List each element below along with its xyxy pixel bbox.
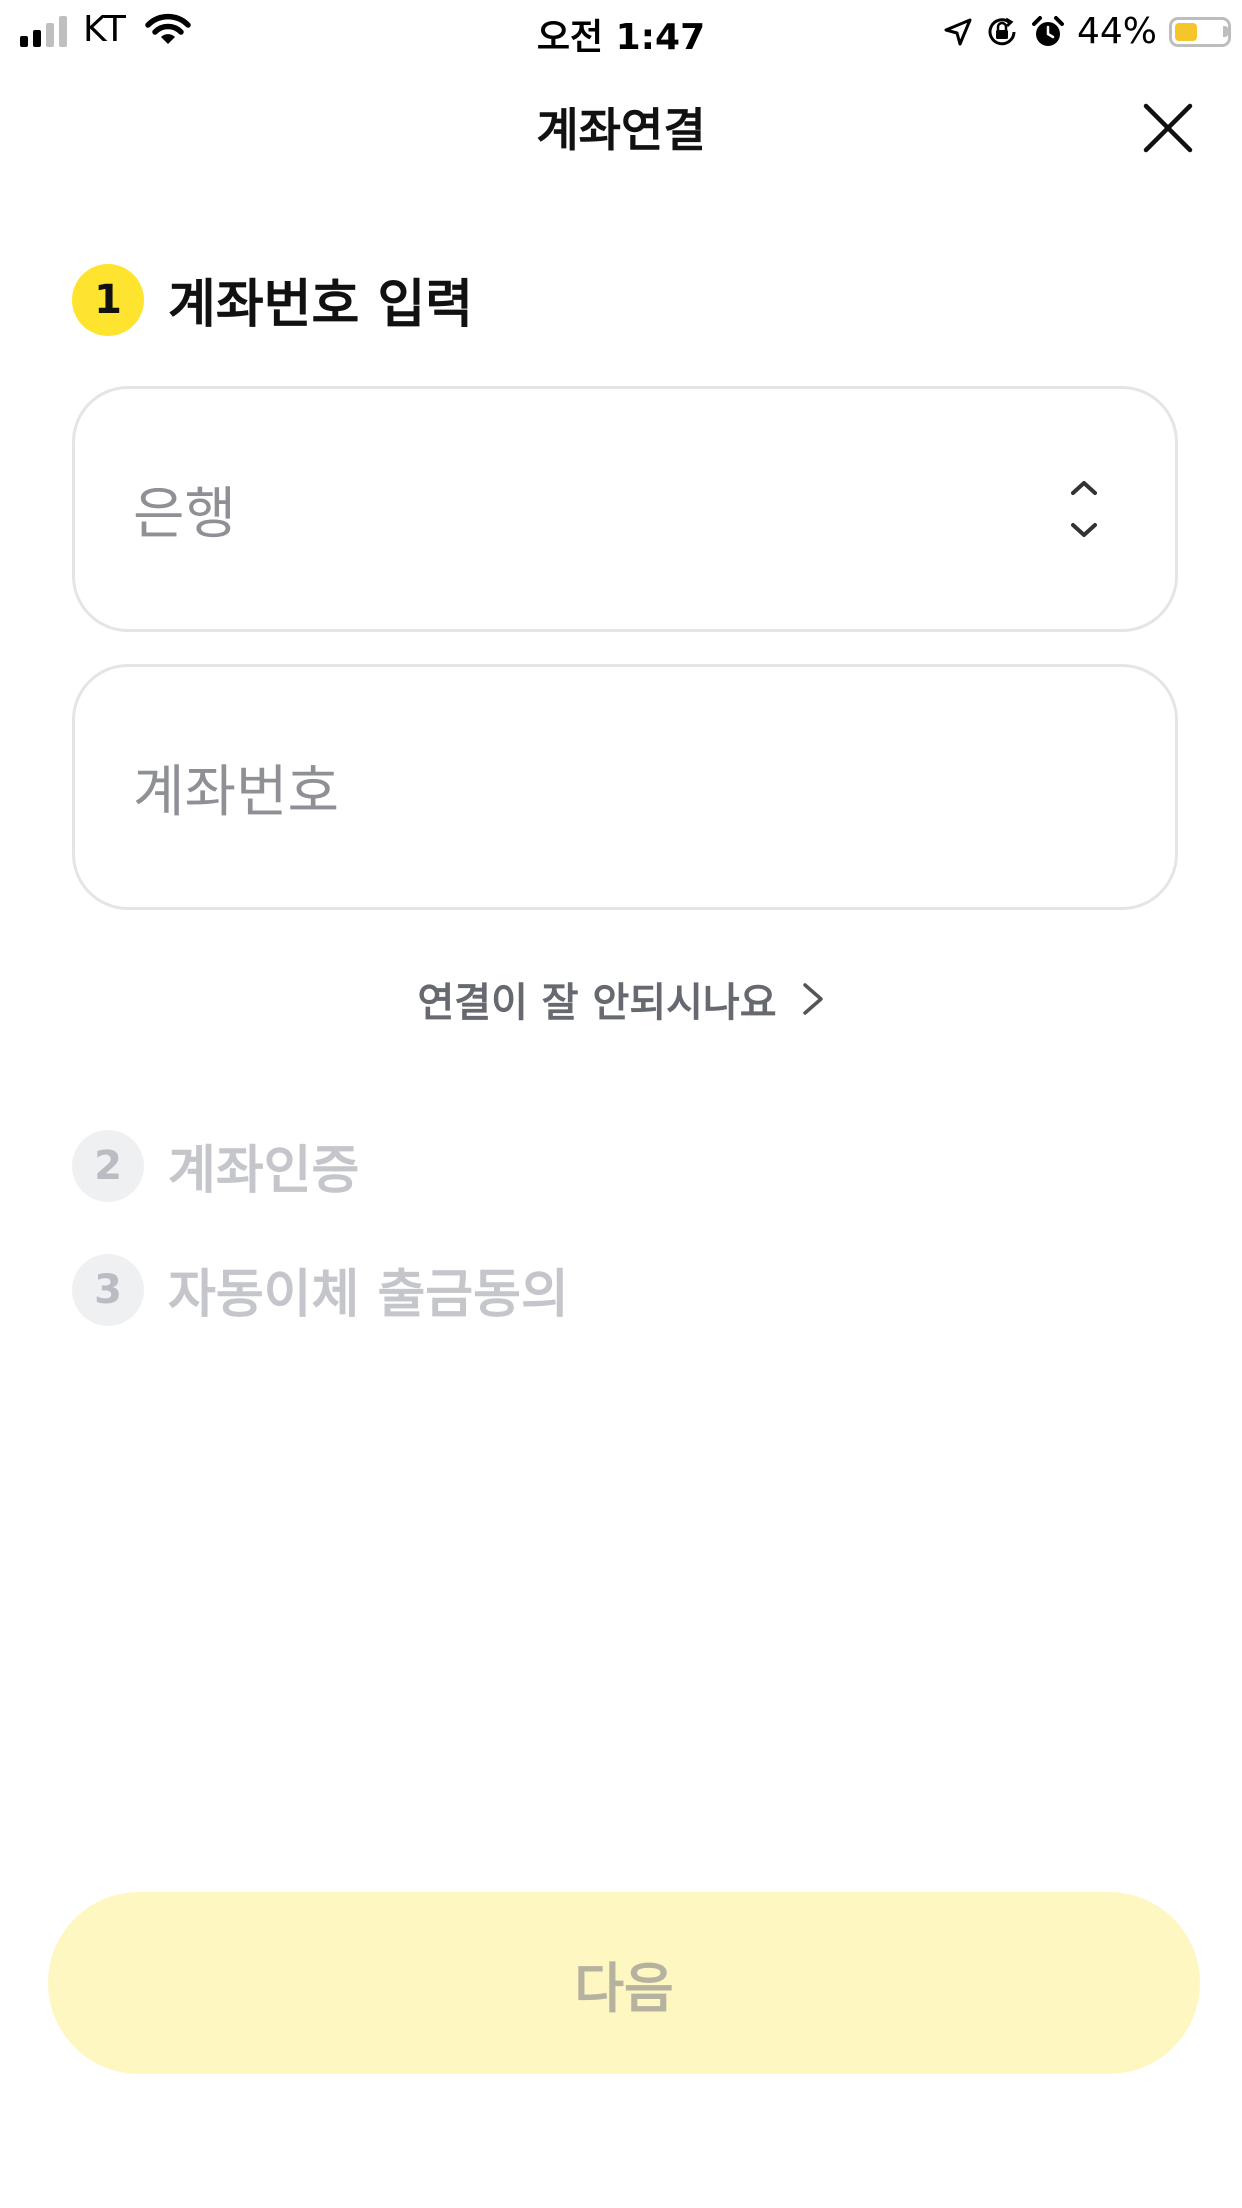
close-icon <box>1143 103 1193 153</box>
status-bar: KT 오전 1:47 44% <box>0 0 1242 62</box>
next-button-label: 다음 <box>574 1956 674 2020</box>
account-number-input[interactable]: 계좌번호 <box>72 664 1178 910</box>
step-number-badge: 3 <box>72 1253 144 1326</box>
connection-help-link[interactable]: 연결이 잘 안되시나요 <box>0 970 1242 1028</box>
close-button[interactable] <box>1140 100 1196 156</box>
page-title: 계좌연결 <box>536 103 706 157</box>
step-1-account-number: 1 계좌번호 입력 <box>72 262 473 337</box>
battery-percent: 44% <box>1076 11 1157 52</box>
alarm-icon <box>1031 15 1064 46</box>
chevron-right-icon <box>802 983 823 1015</box>
next-button[interactable]: 다음 <box>48 1892 1200 2074</box>
step-label: 계좌번호 입력 <box>168 275 474 335</box>
help-link-label: 연결이 잘 안되시나요 <box>417 980 777 1026</box>
step-number-badge: 1 <box>72 263 144 336</box>
step-3-auto-transfer-consent: 3 자동이체 출금동의 <box>72 1252 569 1327</box>
battery-level-fill <box>1175 22 1197 41</box>
step-number-badge: 2 <box>72 1129 144 1202</box>
bank-select[interactable]: 은행 <box>72 386 1178 632</box>
battery-icon <box>1169 16 1231 47</box>
orientation-lock-icon <box>988 17 1016 45</box>
status-right-group: 44% <box>943 11 1231 52</box>
step-label: 계좌인증 <box>168 1141 360 1201</box>
step-label: 자동이체 출금동의 <box>168 1265 569 1325</box>
location-icon <box>944 18 972 45</box>
chevron-up-down-icon <box>1071 481 1097 537</box>
step-2-account-verification: 2 계좌인증 <box>72 1128 359 1203</box>
bank-select-placeholder: 은행 <box>133 482 237 547</box>
account-number-placeholder: 계좌번호 <box>133 760 340 825</box>
